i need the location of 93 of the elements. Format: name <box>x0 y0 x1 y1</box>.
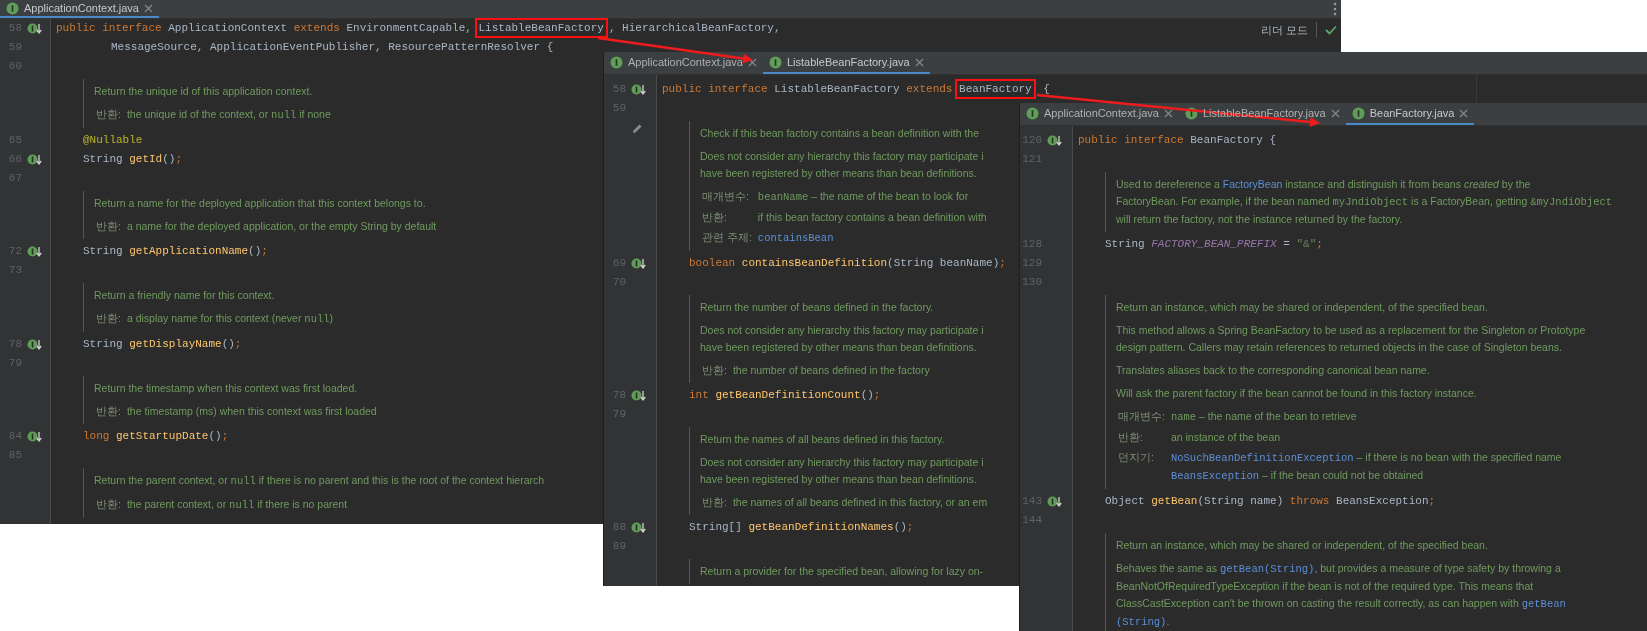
doc-paragraph: Check if this bean factory contains a bean definition with the <box>700 126 980 141</box>
code-line: public interface ListableBeanFactory extends BeanFactory { <box>657 80 1050 99</box>
interface-marker-icon[interactable] <box>27 430 42 443</box>
interface-icon <box>6 1 19 15</box>
doc-tag-label: 반환: <box>95 497 121 512</box>
doc-link[interactable]: BeansException <box>1170 470 1260 482</box>
doc-tag-label: 반환: <box>95 219 121 234</box>
doc-tag-text: the names of all beans defined in this factory, or an em <box>732 495 988 510</box>
code-line: int getBeanDefinitionCount(); <box>688 388 881 403</box>
code-line: boolean containsBeanDefinition(String beanName); <box>688 256 1006 271</box>
doc-paragraph: Does not consider any hierarchy this factory may participate i have been registered by other means than bean definitions. <box>700 149 985 181</box>
doc-tag-label: 반환: <box>95 107 121 122</box>
doc-paragraph: Return the unique id of this application context. <box>94 84 314 99</box>
doc-tag-text: a display name for this context (never null) <box>126 311 334 327</box>
code-line: String getApplicationName(); <box>82 244 268 259</box>
doc-tag-text: NoSuchBeanDefinitionException – if there is no bean with the specified name BeansException – if the bean could not be obtained <box>1170 450 1563 484</box>
interface-icon <box>1184 106 1198 120</box>
code-line: String getId(); <box>82 152 183 167</box>
doc-tag-label: 관련 주제: <box>701 230 752 245</box>
doc-tag-label: 반환: <box>95 404 121 419</box>
interface-icon <box>1351 106 1365 120</box>
doc-tag-text: the parent context, or null if there is no parent <box>126 497 349 513</box>
doc-link[interactable]: NoSuchBeanDefinitionException <box>1170 452 1354 464</box>
code-line: String[] getBeanDefinitionNames(); <box>688 520 914 535</box>
doc-paragraph: Will ask the parent factory if the bean cannot be found in this factory instance. <box>1116 386 1478 401</box>
doc-paragraph: Return the timestamp when this context was first loaded. <box>94 381 359 396</box>
doc-tag-text: the number of beans defined in the factory <box>732 363 931 378</box>
doc-tag-label: 반환: <box>701 210 728 225</box>
interface-marker-icon[interactable] <box>631 521 646 534</box>
interface-marker-icon[interactable] <box>27 338 42 351</box>
doc-paragraph: Return the names of all beans defined in this factory. <box>700 432 946 447</box>
interface-marker-icon[interactable] <box>631 389 646 402</box>
interface-icon <box>768 55 782 69</box>
doc-tag-label: 반환: <box>95 311 121 326</box>
doc-paragraph: Translates aliases back to the corresponding canonical bean name. <box>1116 363 1431 378</box>
doc-paragraph: This method allows a Spring BeanFactory to be used as a replacement for the Singleton or Prototype design pattern. Callers may retain references to returned objects in the case of Singleton beans. <box>1116 323 1586 355</box>
interface-marker-icon[interactable] <box>27 153 42 166</box>
doc-tag-text: name – the name of the bean to retrieve <box>1170 409 1358 425</box>
doc-paragraph: Return an instance, which may be shared or independent, of the specified bean. <box>1116 300 1489 315</box>
code-line: MessageSource, ApplicationEventPublisher, ResourcePatternResolver { <box>110 40 554 55</box>
interface-marker-icon[interactable] <box>1047 134 1062 147</box>
doc-link[interactable]: getBean <box>1521 598 1566 610</box>
doc-paragraph: Return a name for the deployed application that this context belongs to. <box>94 196 427 211</box>
code-line: public interface BeanFactory { <box>1077 133 1277 148</box>
doc-paragraph: Return a friendly name for this context. <box>94 288 276 303</box>
doc-tag-text: an instance of the bean <box>1170 430 1282 445</box>
doc-link[interactable]: containsBean <box>757 232 834 244</box>
doc-tag-text: if this bean factory contains a bean definition with <box>757 210 987 225</box>
doc-link[interactable]: (String) <box>1116 616 1167 628</box>
close-icon[interactable] <box>747 57 757 67</box>
interface-icon <box>1026 106 1039 120</box>
doc-paragraph: Return the number of beans defined in the factory. <box>700 300 935 315</box>
doc-paragraph: Used to dereference a FactoryBean instance and distinguish it from beans created by the FactoryBean. For example, if the bean named myJndiObject is a FactoryBean, getting &myJndiObject will return the factory, not the instance returned by the factory. <box>1116 177 1613 227</box>
doc-paragraph: Return a provider for the specified bean, allowing for lazy on- <box>700 564 984 579</box>
code-line: @Nullable <box>82 133 143 148</box>
doc-tag-label: 매개변수: <box>1117 409 1165 424</box>
more-options-icon[interactable] <box>1333 2 1337 16</box>
doc-paragraph: Behaves the same as getBean(String), but provides a measure of type safety by throwing a BeanNotOfRequiredTypeException if the bean is not of the required type. This means that ClassCastException can't be thrown on casting the result correctly, as can happen with getBean (String). <box>1116 561 1566 630</box>
interface-marker-icon[interactable] <box>1047 495 1062 508</box>
doc-tag-text: beanName – the name of the bean to look for <box>757 189 970 205</box>
doc-paragraph: Does not consider any hierarchy this factory may participate i have been registered by other means than bean definitions. <box>700 323 984 355</box>
doc-paragraph: Return an instance, which may be shared or independent, of the specified bean. <box>1116 538 1489 553</box>
close-icon[interactable] <box>143 3 153 13</box>
reader-mode-label[interactable]: 리더 모드 <box>1260 22 1308 39</box>
code-line: Object getBean(String name) throws BeansException; <box>1104 494 1436 509</box>
close-icon[interactable] <box>1459 108 1469 118</box>
interface-icon <box>610 55 623 69</box>
doc-link[interactable]: getBean(String) <box>1219 563 1315 575</box>
interface-marker-icon[interactable] <box>631 257 646 270</box>
close-icon[interactable] <box>914 57 924 67</box>
edit-icon[interactable] <box>631 123 643 135</box>
doc-tag-text: the timestamp (ms) when this context was first loaded <box>126 404 377 419</box>
doc-tag-label: 반환: <box>701 363 727 378</box>
code-line: String FACTORY_BEAN_PREFIX = "&"; <box>1104 237 1323 252</box>
editor-tab[interactable]: ApplicationContext.java <box>0 0 159 18</box>
interface-marker-icon[interactable] <box>27 245 42 258</box>
code-line: String getDisplayName(); <box>82 337 242 352</box>
close-icon[interactable] <box>1330 108 1340 118</box>
check-icon <box>1325 25 1337 36</box>
doc-tag-label: 반환: <box>1117 430 1144 445</box>
code-line: long getStartupDate(); <box>82 429 229 444</box>
doc-link[interactable]: FactoryBean <box>1222 178 1283 190</box>
interface-marker-icon[interactable] <box>27 22 42 35</box>
interface-marker-icon[interactable] <box>631 83 646 96</box>
doc-tag-label: 던지기: <box>1117 450 1155 465</box>
doc-tag-label: 반환: <box>701 495 727 510</box>
doc-tag-text: the unique id of the context, or null if none <box>126 107 331 123</box>
doc-tag-label: 매개변수: <box>701 189 750 204</box>
code-line: public interface ApplicationContext extends EnvironmentCapable, ListableBeanFactory , HierarchicalBeanFactory, <box>51 19 781 38</box>
close-icon[interactable] <box>1163 108 1173 118</box>
doc-tag-text: a name for the deployed application, or the empty String by default <box>126 219 437 234</box>
doc-paragraph: Does not consider any hierarchy this factory may participate i have been registered by other means than bean definitions. <box>700 455 985 487</box>
doc-paragraph: Return the parent context, or null if there is no parent and this is the root of the context hierarch <box>94 473 545 489</box>
